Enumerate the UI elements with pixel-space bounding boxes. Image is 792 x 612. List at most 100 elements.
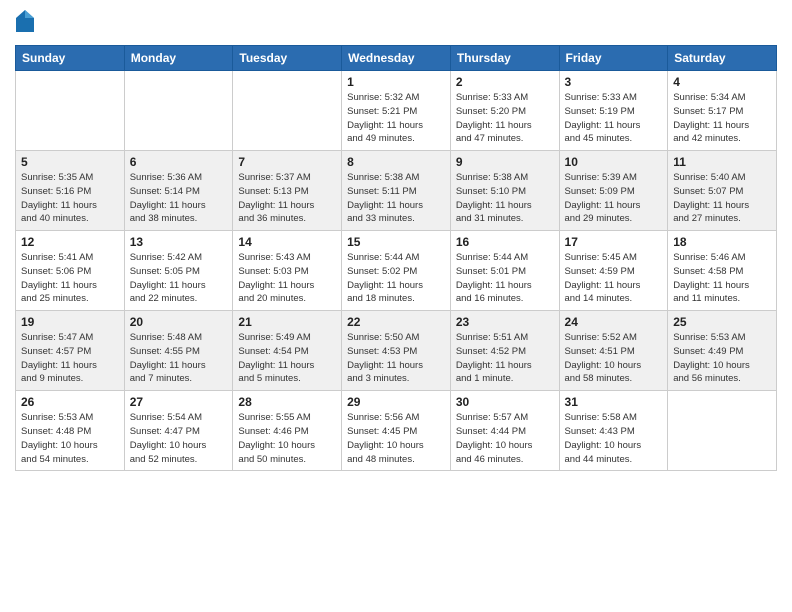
day-number: 17	[565, 235, 663, 249]
calendar-cell: 22Sunrise: 5:50 AM Sunset: 4:53 PM Dayli…	[342, 311, 451, 391]
day-number: 16	[456, 235, 554, 249]
calendar-week-1: 1 Sunrise: 5:32 AM Sunset: 5:21 PM Daylig…	[16, 71, 777, 151]
calendar-week-3: 12Sunrise: 5:41 AM Sunset: 5:06 PM Dayli…	[16, 231, 777, 311]
day-info: Sunrise: 5:37 AM Sunset: 5:13 PM Dayligh…	[238, 171, 336, 226]
calendar-cell: 23Sunrise: 5:51 AM Sunset: 4:52 PM Dayli…	[450, 311, 559, 391]
calendar-cell: 12Sunrise: 5:41 AM Sunset: 5:06 PM Dayli…	[16, 231, 125, 311]
logo-icon	[16, 10, 34, 32]
day-number: 25	[673, 315, 771, 329]
calendar-cell: 16 Sunrise: 5:44 AM Sunset: 5:01 PM Dayli…	[450, 231, 559, 311]
day-info: Sunrise: 5:39 AM Sunset: 5:09 PM Dayligh…	[565, 171, 663, 226]
calendar-cell	[668, 391, 777, 471]
day-number: 15	[347, 235, 445, 249]
calendar-cell: 5 Sunrise: 5:35 AM Sunset: 5:16 PM Daylig…	[16, 151, 125, 231]
day-header-friday: Friday	[559, 46, 668, 71]
day-info: Sunrise: 5:38 AM Sunset: 5:10 PM Dayligh…	[456, 171, 554, 226]
day-number: 31	[565, 395, 663, 409]
calendar-cell: 18Sunrise: 5:46 AM Sunset: 4:58 PM Dayli…	[668, 231, 777, 311]
day-header-saturday: Saturday	[668, 46, 777, 71]
calendar-cell: 3 Sunrise: 5:33 AM Sunset: 5:19 PM Daylig…	[559, 71, 668, 151]
day-info: Sunrise: 5:53 AM Sunset: 4:49 PM Dayligh…	[673, 331, 771, 386]
day-info: Sunrise: 5:40 AM Sunset: 5:07 PM Dayligh…	[673, 171, 771, 226]
day-number: 1	[347, 75, 445, 89]
calendar-cell: 13 Sunrise: 5:42 AM Sunset: 5:05 PM Dayli…	[124, 231, 233, 311]
calendar-cell: 28 Sunrise: 5:55 AM Sunset: 4:46 PM Dayli…	[233, 391, 342, 471]
day-number: 30	[456, 395, 554, 409]
calendar-cell: 25 Sunrise: 5:53 AM Sunset: 4:49 PM Dayli…	[668, 311, 777, 391]
calendar-cell: 17 Sunrise: 5:45 AM Sunset: 4:59 PM Dayli…	[559, 231, 668, 311]
day-info: Sunrise: 5:46 AM Sunset: 4:58 PM Dayligh…	[673, 251, 771, 306]
calendar-cell: 24Sunrise: 5:52 AM Sunset: 4:51 PM Dayli…	[559, 311, 668, 391]
day-number: 13	[130, 235, 228, 249]
day-info: Sunrise: 5:55 AM Sunset: 4:46 PM Dayligh…	[238, 411, 336, 466]
calendar-cell: 31 Sunrise: 5:58 AM Sunset: 4:43 PM Dayli…	[559, 391, 668, 471]
day-info: Sunrise: 5:32 AM Sunset: 5:21 PM Dayligh…	[347, 91, 445, 146]
day-number: 10	[565, 155, 663, 169]
calendar-week-4: 19 Sunrise: 5:47 AM Sunset: 4:57 PM Dayli…	[16, 311, 777, 391]
day-header-monday: Monday	[124, 46, 233, 71]
day-header-sunday: Sunday	[16, 46, 125, 71]
calendar-cell: 30 Sunrise: 5:57 AM Sunset: 4:44 PM Dayli…	[450, 391, 559, 471]
day-header-wednesday: Wednesday	[342, 46, 451, 71]
calendar-table: SundayMondayTuesdayWednesdayThursdayFrid…	[15, 45, 777, 471]
day-info: Sunrise: 5:41 AM Sunset: 5:06 PM Dayligh…	[21, 251, 119, 306]
calendar-cell: 29 Sunrise: 5:56 AM Sunset: 4:45 PM Dayli…	[342, 391, 451, 471]
calendar-cell: 21 Sunrise: 5:49 AM Sunset: 4:54 PM Dayli…	[233, 311, 342, 391]
day-info: Sunrise: 5:44 AM Sunset: 5:02 PM Dayligh…	[347, 251, 445, 306]
calendar-cell: 20 Sunrise: 5:48 AM Sunset: 4:55 PM Dayli…	[124, 311, 233, 391]
day-number: 5	[21, 155, 119, 169]
day-number: 8	[347, 155, 445, 169]
calendar-cell: 14Sunrise: 5:43 AM Sunset: 5:03 PM Dayli…	[233, 231, 342, 311]
day-number: 2	[456, 75, 554, 89]
day-number: 6	[130, 155, 228, 169]
calendar-cell: 26 Sunrise: 5:53 AM Sunset: 4:48 PM Dayli…	[16, 391, 125, 471]
day-info: Sunrise: 5:33 AM Sunset: 5:20 PM Dayligh…	[456, 91, 554, 146]
day-info: Sunrise: 5:38 AM Sunset: 5:11 PM Dayligh…	[347, 171, 445, 226]
calendar-week-2: 5 Sunrise: 5:35 AM Sunset: 5:16 PM Daylig…	[16, 151, 777, 231]
page: SundayMondayTuesdayWednesdayThursdayFrid…	[0, 0, 792, 612]
day-info: Sunrise: 5:51 AM Sunset: 4:52 PM Dayligh…	[456, 331, 554, 386]
logo	[15, 10, 38, 37]
day-info: Sunrise: 5:35 AM Sunset: 5:16 PM Dayligh…	[21, 171, 119, 226]
calendar-cell: 2 Sunrise: 5:33 AM Sunset: 5:20 PM Daylig…	[450, 71, 559, 151]
day-info: Sunrise: 5:44 AM Sunset: 5:01 PM Dayligh…	[456, 251, 554, 306]
day-number: 3	[565, 75, 663, 89]
day-number: 20	[130, 315, 228, 329]
calendar-cell: 9 Sunrise: 5:38 AM Sunset: 5:10 PM Daylig…	[450, 151, 559, 231]
calendar-cell: 11 Sunrise: 5:40 AM Sunset: 5:07 PM Dayli…	[668, 151, 777, 231]
calendar-header-row: SundayMondayTuesdayWednesdayThursdayFrid…	[16, 46, 777, 71]
day-number: 27	[130, 395, 228, 409]
day-info: Sunrise: 5:54 AM Sunset: 4:47 PM Dayligh…	[130, 411, 228, 466]
day-info: Sunrise: 5:49 AM Sunset: 4:54 PM Dayligh…	[238, 331, 336, 386]
day-number: 26	[21, 395, 119, 409]
calendar-cell: 19 Sunrise: 5:47 AM Sunset: 4:57 PM Dayli…	[16, 311, 125, 391]
calendar-cell: 8 Sunrise: 5:38 AM Sunset: 5:11 PM Daylig…	[342, 151, 451, 231]
day-info: Sunrise: 5:53 AM Sunset: 4:48 PM Dayligh…	[21, 411, 119, 466]
day-number: 9	[456, 155, 554, 169]
day-header-tuesday: Tuesday	[233, 46, 342, 71]
day-number: 11	[673, 155, 771, 169]
calendar-cell: 4Sunrise: 5:34 AM Sunset: 5:17 PM Daylig…	[668, 71, 777, 151]
day-number: 4	[673, 75, 771, 89]
day-info: Sunrise: 5:45 AM Sunset: 4:59 PM Dayligh…	[565, 251, 663, 306]
day-info: Sunrise: 5:43 AM Sunset: 5:03 PM Dayligh…	[238, 251, 336, 306]
day-number: 29	[347, 395, 445, 409]
calendar-week-5: 26 Sunrise: 5:53 AM Sunset: 4:48 PM Dayli…	[16, 391, 777, 471]
day-number: 21	[238, 315, 336, 329]
calendar-cell: 6Sunrise: 5:36 AM Sunset: 5:14 PM Daylig…	[124, 151, 233, 231]
calendar-cell: 10 Sunrise: 5:39 AM Sunset: 5:09 PM Dayli…	[559, 151, 668, 231]
day-header-thursday: Thursday	[450, 46, 559, 71]
day-info: Sunrise: 5:48 AM Sunset: 4:55 PM Dayligh…	[130, 331, 228, 386]
calendar-cell: 15 Sunrise: 5:44 AM Sunset: 5:02 PM Dayli…	[342, 231, 451, 311]
day-number: 19	[21, 315, 119, 329]
calendar-cell: 27 Sunrise: 5:54 AM Sunset: 4:47 PM Dayli…	[124, 391, 233, 471]
day-info: Sunrise: 5:47 AM Sunset: 4:57 PM Dayligh…	[21, 331, 119, 386]
day-info: Sunrise: 5:42 AM Sunset: 5:05 PM Dayligh…	[130, 251, 228, 306]
day-info: Sunrise: 5:58 AM Sunset: 4:43 PM Dayligh…	[565, 411, 663, 466]
day-info: Sunrise: 5:52 AM Sunset: 4:51 PM Dayligh…	[565, 331, 663, 386]
day-info: Sunrise: 5:57 AM Sunset: 4:44 PM Dayligh…	[456, 411, 554, 466]
day-number: 28	[238, 395, 336, 409]
day-number: 22	[347, 315, 445, 329]
day-info: Sunrise: 5:56 AM Sunset: 4:45 PM Dayligh…	[347, 411, 445, 466]
day-info: Sunrise: 5:33 AM Sunset: 5:19 PM Dayligh…	[565, 91, 663, 146]
